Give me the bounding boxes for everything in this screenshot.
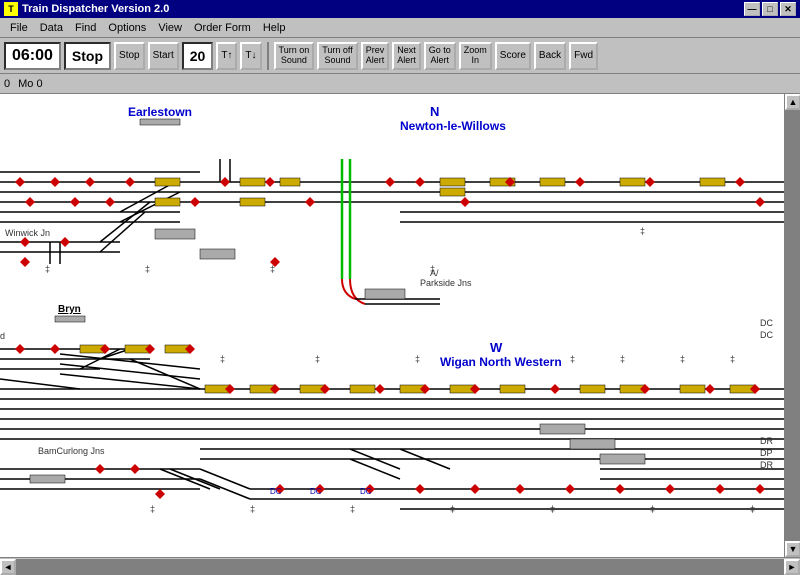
svg-text:‡: ‡: [570, 354, 575, 364]
prev-alert-button[interactable]: PrevAlert: [361, 42, 390, 70]
stop-button[interactable]: Stop: [114, 42, 145, 70]
turn-on-sound-button[interactable]: Turn onSound: [274, 42, 315, 70]
svg-text:‡: ‡: [415, 354, 420, 364]
svg-text:d: d: [0, 331, 5, 341]
svg-text:‡: ‡: [270, 264, 275, 274]
menu-find[interactable]: Find: [69, 20, 102, 36]
go-to-alert-button[interactable]: Go toAlert: [424, 42, 456, 70]
svg-text:DC: DC: [310, 487, 322, 496]
score-button[interactable]: Score: [495, 42, 531, 70]
svg-text:DC: DC: [360, 487, 372, 496]
maximize-button[interactable]: □: [762, 2, 778, 16]
svg-text:BamCurlong Jns: BamCurlong Jns: [38, 446, 105, 456]
svg-text:‡: ‡: [350, 504, 355, 514]
svg-text:‡: ‡: [550, 504, 555, 514]
svg-text:‡: ‡: [650, 504, 655, 514]
track-diagram: DC DC DR DP DR Earlestown N Newton-le-Wi…: [0, 94, 784, 557]
svg-text:Earlestown: Earlestown: [128, 105, 192, 119]
scrollbar-bottom: ◄ ►: [0, 557, 800, 575]
svg-text:‡: ‡: [750, 504, 755, 514]
menu-help[interactable]: Help: [257, 20, 292, 36]
svg-text:‡: ‡: [430, 264, 435, 274]
status-left: 0: [4, 78, 10, 90]
scrollbar-right[interactable]: ▲ ▼: [784, 94, 800, 557]
zoom-in-button[interactable]: ZoomIn: [459, 42, 492, 70]
svg-text:Parkside Jns: Parkside Jns: [420, 278, 472, 288]
back-button[interactable]: Back: [534, 42, 566, 70]
svg-text:‡: ‡: [150, 504, 155, 514]
scroll-right-button[interactable]: ►: [784, 559, 800, 575]
app-title: Train Dispatcher Version 2.0: [22, 3, 169, 15]
status-right: Mo 0: [18, 78, 42, 90]
scroll-track-horizontal: [16, 559, 784, 575]
toolbar: 06:00 Stop Stop Start 20 T↑ T↓ Turn onSo…: [0, 38, 800, 74]
svg-text:‡: ‡: [145, 264, 150, 274]
svg-text:Wigan North Western: Wigan North Western: [440, 355, 562, 369]
svg-text:‡: ‡: [315, 354, 320, 364]
svg-text:DC: DC: [270, 487, 282, 496]
title-bar-controls: — □ ✕: [744, 2, 796, 16]
svg-text:DC: DC: [760, 318, 773, 328]
title-bar: T Train Dispatcher Version 2.0 — □ ✕: [0, 0, 800, 18]
main-area: DC DC DR DP DR Earlestown N Newton-le-Wi…: [0, 94, 800, 557]
svg-text:DP: DP: [760, 448, 773, 458]
next-alert-button[interactable]: NextAlert: [392, 42, 421, 70]
start-button[interactable]: Start: [148, 42, 179, 70]
turn-off-sound-button[interactable]: Turn offSound: [317, 42, 358, 70]
svg-text:‡: ‡: [250, 504, 255, 514]
svg-text:DR: DR: [760, 436, 773, 446]
scroll-track-vertical: [785, 110, 800, 541]
svg-text:DR: DR: [760, 460, 773, 470]
svg-text:‡: ‡: [220, 354, 225, 364]
menu-options[interactable]: Options: [102, 20, 152, 36]
svg-text:W: W: [490, 340, 503, 355]
close-button[interactable]: ✕: [780, 2, 796, 16]
stop-display: Stop: [64, 42, 111, 70]
svg-text:‡: ‡: [45, 264, 50, 274]
svg-text:‡: ‡: [620, 354, 625, 364]
decrease-t-button[interactable]: T↓: [240, 42, 261, 70]
scroll-up-button[interactable]: ▲: [785, 94, 800, 110]
scroll-down-button[interactable]: ▼: [785, 541, 800, 557]
svg-text:Newton-le-Willows: Newton-le-Willows: [400, 119, 506, 133]
menu-data[interactable]: Data: [34, 20, 69, 36]
svg-text:‡: ‡: [640, 226, 645, 236]
minimize-button[interactable]: —: [744, 2, 760, 16]
svg-text:‡: ‡: [680, 354, 685, 364]
status-bar: 0 Mo 0: [0, 74, 800, 94]
app-icon: T: [4, 2, 18, 16]
menu-view[interactable]: View: [152, 20, 188, 36]
svg-text:‡: ‡: [730, 354, 735, 364]
scroll-left-button[interactable]: ◄: [0, 559, 16, 575]
svg-text:DC: DC: [760, 330, 773, 340]
svg-text:‡: ‡: [450, 504, 455, 514]
svg-text:Bryn: Bryn: [58, 304, 81, 315]
increase-t-button[interactable]: T↑: [216, 42, 237, 70]
menu-file[interactable]: File: [4, 20, 34, 36]
separator-1: [267, 42, 269, 70]
menu-order-form[interactable]: Order Form: [188, 20, 257, 36]
menu-bar: File Data Find Options View Order Form H…: [0, 18, 800, 38]
svg-text:Winwick Jn: Winwick Jn: [5, 228, 50, 238]
svg-text:N: N: [430, 104, 439, 119]
time-display: 06:00: [4, 42, 61, 70]
speed-display: 20: [182, 42, 214, 70]
fwd-button[interactable]: Fwd: [569, 42, 598, 70]
